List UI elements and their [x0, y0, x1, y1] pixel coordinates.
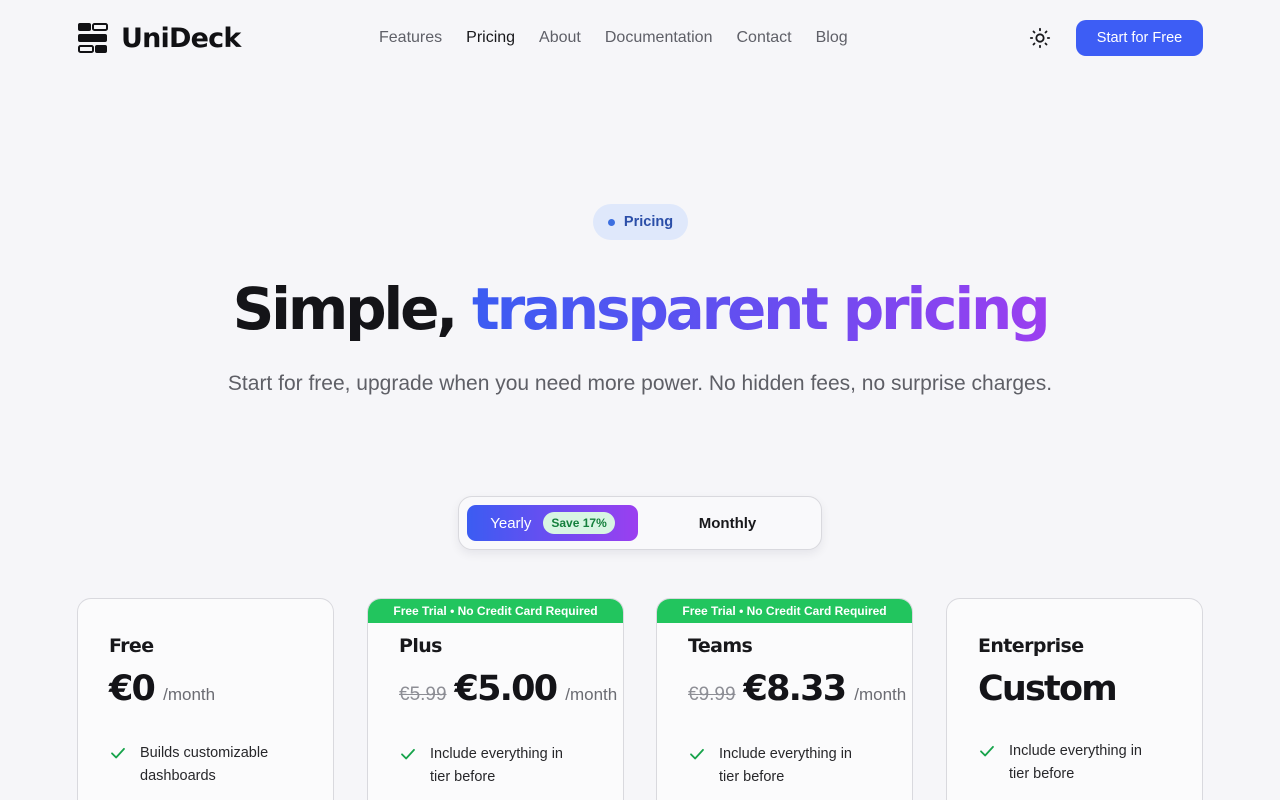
plan-price-row: Custom: [978, 669, 1118, 709]
brand-logo[interactable]: UniDeck: [77, 21, 241, 55]
plan-feature: Include everything in tier before: [978, 740, 1159, 786]
start-for-free-button[interactable]: Start for Free: [1076, 20, 1203, 56]
check-icon: [401, 748, 415, 760]
plan-feature-text: Include everything in tier before: [430, 746, 563, 785]
badge-dot: [607, 218, 615, 226]
title-plain: Simple,: [232, 275, 459, 343]
badge-label: Pricing: [623, 214, 674, 230]
trial-banner: Free Trial • No Credit Card Required: [657, 599, 912, 623]
plan-price: Custom: [978, 669, 1118, 709]
plan-old-price: €9.99: [688, 684, 736, 705]
brand-name: UniDeck: [121, 22, 241, 54]
yearly-label: Yearly: [490, 514, 532, 532]
logo-icon: [78, 23, 108, 53]
section-badge: Pricing: [593, 204, 688, 240]
plan-feature: Builds customizable dashboards: [109, 742, 290, 788]
check-icon: [980, 745, 994, 757]
plan-name: Plus: [399, 635, 442, 657]
plan-old-price: €5.99: [399, 684, 447, 705]
nav-item-features[interactable]: Features: [379, 29, 442, 47]
plan-card-plus: Free Trial • No Credit Card Required Plu…: [367, 598, 624, 800]
main-nav: Features Pricing About Documentation Con…: [379, 28, 848, 48]
theme-toggle-button[interactable]: [1028, 26, 1052, 50]
yearly-option[interactable]: Yearly Save 17%: [467, 505, 638, 541]
page-title: Simple, transparent pricing: [0, 274, 1280, 344]
plan-period: /month: [565, 685, 618, 704]
plan-period: /month: [854, 685, 907, 704]
plan-feature-text: Builds customizable dashboards: [140, 745, 269, 784]
page-subtitle: Start for free, upgrade when you need mo…: [227, 372, 1053, 395]
plan-price-row: €9.99 €8.33 /month: [688, 669, 906, 709]
billing-period-toggle: Yearly Save 17% Monthly: [458, 496, 822, 550]
check-icon: [690, 748, 704, 760]
plan-price-row: €0 /month: [109, 669, 215, 709]
title-gradient: transparent pricing: [472, 275, 1051, 343]
plan-price: €5.00: [454, 669, 559, 709]
save-badge: Save 17%: [543, 512, 615, 534]
nav-item-pricing[interactable]: Pricing: [466, 29, 515, 47]
nav-item-blog[interactable]: Blog: [816, 29, 848, 47]
plan-feature-text: Include everything in tier before: [719, 746, 852, 785]
nav-item-documentation[interactable]: Documentation: [605, 29, 713, 47]
plan-price: €8.33: [743, 669, 848, 709]
plan-name: Enterprise: [978, 635, 1084, 657]
nav-item-about[interactable]: About: [539, 29, 581, 47]
monthly-option[interactable]: Monthly: [642, 505, 813, 541]
plan-card-free: Free €0 /month Builds customizable dashb…: [77, 598, 334, 800]
site-header: UniDeck Features Pricing About Documenta…: [0, 0, 1280, 76]
plan-price: €0: [109, 669, 156, 709]
plan-price-row: €5.99 €5.00 /month: [399, 669, 617, 709]
nav-item-contact[interactable]: Contact: [736, 29, 791, 47]
plan-card-teams: Free Trial • No Credit Card Required Tea…: [656, 598, 913, 800]
trial-banner: Free Trial • No Credit Card Required: [368, 599, 623, 623]
check-icon: [111, 747, 125, 759]
plan-feature: Include everything in tier before: [399, 743, 580, 789]
plan-card-enterprise: Enterprise Custom Include everything in …: [946, 598, 1203, 800]
plan-name: Teams: [688, 635, 753, 657]
plan-feature-text: Include everything in tier before: [1009, 743, 1142, 782]
plan-name: Free: [109, 635, 154, 657]
plan-feature: Include everything in tier before: [688, 743, 869, 789]
sun-icon: [1029, 27, 1051, 49]
plan-period: /month: [163, 685, 216, 704]
